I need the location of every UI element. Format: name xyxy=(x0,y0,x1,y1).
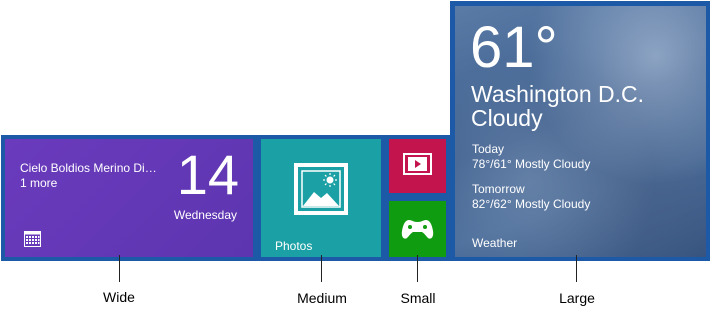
calendar-icon xyxy=(24,231,41,247)
caption-large: Large xyxy=(559,290,595,306)
video-icon xyxy=(403,153,432,175)
weather-condition: Cloudy xyxy=(471,105,543,131)
calendar-more-count: 1 more xyxy=(20,176,58,190)
weather-temperature: 61° xyxy=(470,15,558,80)
weather-tile-label: Weather xyxy=(472,236,518,250)
forecast-tomorrow-detail: 82°/62° Mostly Cloudy xyxy=(472,197,591,211)
medium-leader-line xyxy=(321,255,322,282)
photos-medium-tile[interactable]: Photos xyxy=(261,139,381,257)
xbox-controller-icon xyxy=(401,220,434,239)
video-small-tile[interactable] xyxy=(389,139,446,193)
forecast-today-detail: 78°/61° Mostly Cloudy xyxy=(472,157,591,171)
small-leader-line xyxy=(417,255,418,282)
wide-leader-line xyxy=(119,255,120,282)
large-leader-line xyxy=(576,255,577,282)
caption-wide: Wide xyxy=(103,289,135,305)
calendar-event-title: Cielo Boldios Merino Dia... xyxy=(20,161,160,175)
calendar-day-number: 14 xyxy=(176,143,239,206)
forecast-today-label: Today xyxy=(472,142,505,156)
calendar-weekday: Wednesday xyxy=(173,208,237,222)
photos-tile-label: Photos xyxy=(275,239,313,253)
photo-icon xyxy=(294,163,348,215)
caption-small: Small xyxy=(400,290,436,306)
weather-city: Washington D.C. xyxy=(471,81,644,107)
forecast-tomorrow-label: Tomorrow xyxy=(472,182,525,196)
weather-large-tile[interactable]: 61° Washington D.C. Cloudy Today 78°/61°… xyxy=(455,6,706,257)
calendar-wide-tile[interactable]: Cielo Boldios Merino Dia... 1 more 14 We… xyxy=(5,139,253,257)
caption-medium: Medium xyxy=(297,290,347,306)
games-small-tile[interactable] xyxy=(389,201,446,257)
